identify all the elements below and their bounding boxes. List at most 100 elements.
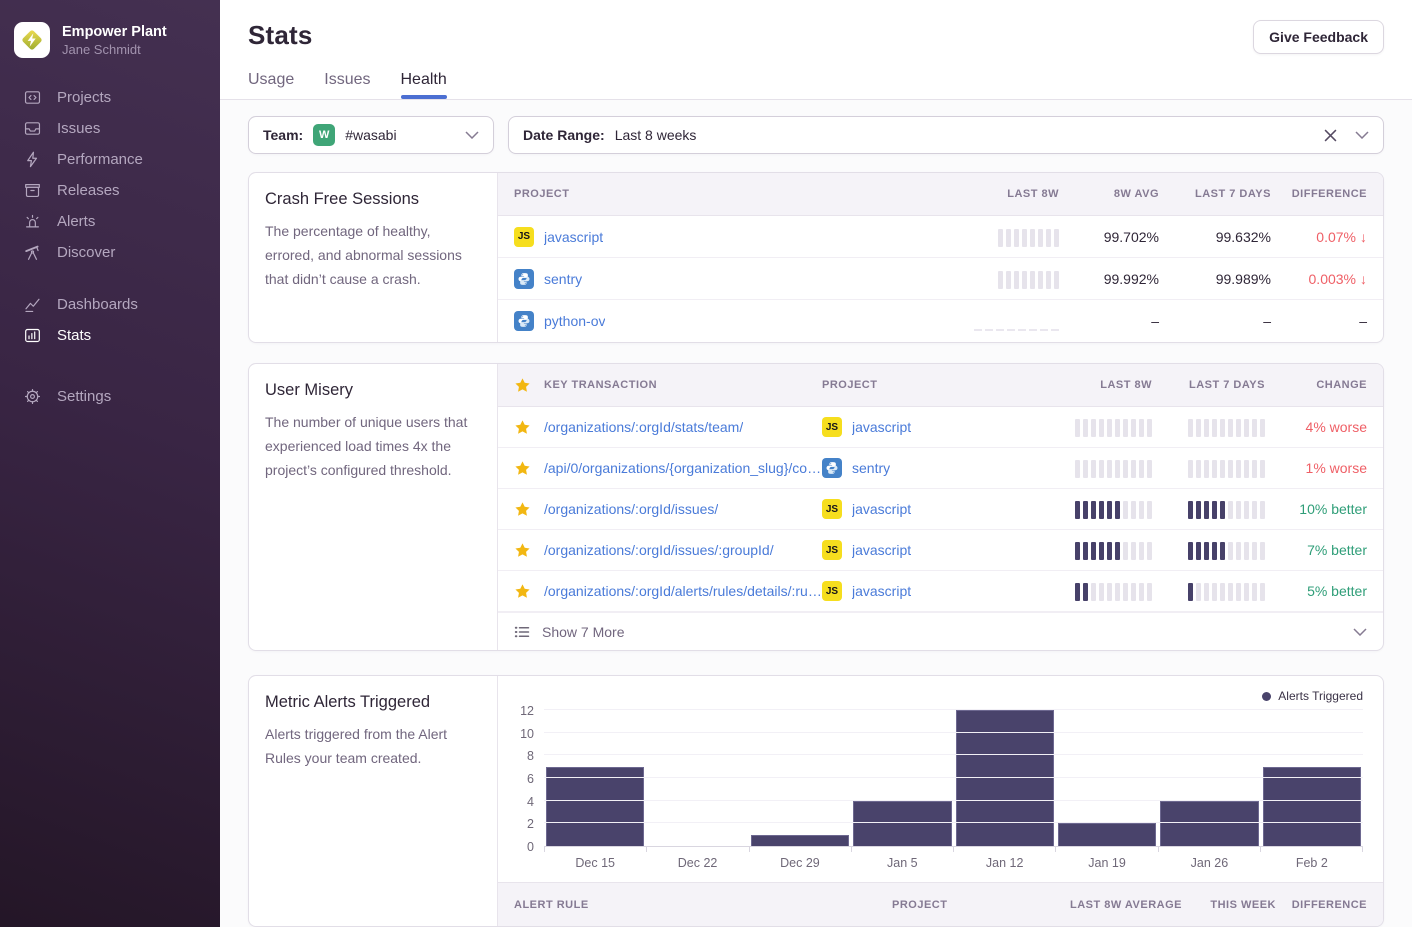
chevron-down-icon: [465, 131, 479, 139]
transaction-link[interactable]: /organizations/:orgId/issues/: [544, 501, 718, 517]
project-link[interactable]: javascript: [852, 542, 911, 558]
transaction-link[interactable]: /organizations/:orgId/stats/team/: [544, 419, 743, 435]
column-difference: DIFFERENCE: [1271, 188, 1383, 200]
tab-usage[interactable]: Usage: [248, 71, 294, 99]
column-change: CHANGE: [1265, 379, 1383, 391]
legend-label: Alerts Triggered: [1278, 689, 1363, 703]
tab-health[interactable]: Health: [401, 71, 447, 99]
last-7d-value: –: [1159, 313, 1271, 329]
settings-gear-icon: [23, 387, 42, 406]
projects-icon: [23, 88, 42, 107]
sidebar-item-alerts[interactable]: Alerts: [0, 206, 220, 237]
date-range-label: Date Range:: [523, 127, 605, 143]
difference-value: –: [1271, 313, 1383, 329]
sidebar-item-label: Releases: [57, 181, 120, 200]
main-area: Stats Give Feedback Usage Issues Health …: [220, 0, 1412, 927]
tab-bar: Usage Issues Health: [248, 71, 1384, 99]
sidebar-item-releases[interactable]: Releases: [0, 175, 220, 206]
clear-date-range-icon[interactable]: [1324, 129, 1337, 142]
transaction-link[interactable]: /api/0/organizations/{organization_slug}…: [544, 460, 822, 476]
empower-plant-logo-icon: [19, 27, 45, 53]
sidebar-item-settings[interactable]: Settings: [0, 381, 220, 412]
sidebar: Empower Plant Jane Schmidt Projects Issu…: [0, 0, 220, 927]
date-range-select[interactable]: Date Range: Last 8 weeks: [508, 116, 1384, 154]
key-transaction-star-icon[interactable]: [514, 460, 531, 477]
column-last-8w: LAST 8W: [929, 188, 1059, 200]
change-value: 4% worse: [1265, 419, 1383, 435]
column-this-week: THIS WEEK: [1182, 899, 1276, 911]
key-transaction-star-icon[interactable]: [514, 501, 531, 518]
sidebar-item-label: Stats: [57, 326, 91, 345]
chart-legend[interactable]: Alerts Triggered: [510, 688, 1363, 704]
change-value: 5% better: [1265, 583, 1383, 599]
change-value: 7% better: [1265, 542, 1383, 558]
panel-title: Metric Alerts Triggered: [265, 693, 481, 712]
trend-down-arrow-icon: ↓: [1360, 229, 1367, 245]
table-row: /api/0/organizations/{organization_slug}…: [498, 448, 1383, 489]
sidebar-item-label: Settings: [57, 387, 111, 406]
project-link[interactable]: sentry: [852, 460, 890, 476]
project-link[interactable]: python-ov: [544, 313, 605, 329]
sidebar-item-label: Projects: [57, 88, 111, 107]
transaction-link[interactable]: /organizations/:orgId/alerts/rules/detai…: [544, 583, 822, 599]
key-transaction-star-icon[interactable]: [514, 583, 531, 600]
page-content: Team: W #wasabi Date Range: Last 8 weeks: [220, 100, 1412, 927]
platform-javascript-icon: JS: [822, 417, 842, 437]
sidebar-divider: [0, 351, 220, 381]
crash-free-sparkline: [998, 269, 1059, 289]
misery-score-8w: [1075, 458, 1152, 478]
team-select[interactable]: Team: W #wasabi: [248, 116, 494, 154]
project-link[interactable]: javascript: [852, 419, 911, 435]
chevron-down-icon[interactable]: [1353, 628, 1367, 636]
table-row: /organizations/:orgId/alerts/rules/detai…: [498, 571, 1383, 612]
give-feedback-button[interactable]: Give Feedback: [1253, 20, 1384, 54]
chevron-down-icon[interactable]: [1355, 131, 1369, 139]
alerts-icon: [23, 212, 42, 231]
table-row: JS javascript 99.702% 99.632% 0.07%↓: [498, 216, 1383, 258]
show-more-label: Show 7 More: [542, 624, 624, 640]
column-last-7-days: LAST 7 DAYS: [1152, 379, 1265, 391]
performance-icon: [23, 150, 42, 169]
table-row: /organizations/:orgId/issues/:groupId/ J…: [498, 530, 1383, 571]
crash-free-sparkline: [998, 227, 1059, 247]
platform-python-icon: [514, 311, 534, 331]
table-header: PROJECT LAST 8W 8W AVG LAST 7 DAYS DIFFE…: [498, 173, 1383, 216]
stats-icon: [23, 326, 42, 345]
trend-down-arrow-icon: ↓: [1360, 271, 1367, 287]
tab-issues[interactable]: Issues: [324, 71, 370, 99]
project-link[interactable]: javascript: [852, 583, 911, 599]
panel-title: User Misery: [265, 381, 481, 400]
org-switcher[interactable]: Empower Plant Jane Schmidt: [0, 16, 220, 82]
show-more-row[interactable]: Show 7 More: [498, 612, 1383, 650]
metric-alerts-panel: Metric Alerts Triggered Alerts triggered…: [248, 675, 1384, 927]
star-icon: [514, 377, 531, 394]
sidebar-item-dashboards[interactable]: Dashboards: [0, 289, 220, 320]
platform-python-icon: [822, 458, 842, 478]
key-transaction-star-icon[interactable]: [514, 419, 531, 436]
project-link[interactable]: javascript: [852, 501, 911, 517]
page-title: Stats: [248, 20, 313, 51]
sidebar-item-issues[interactable]: Issues: [0, 113, 220, 144]
crash-free-description: Crash Free Sessions The percentage of he…: [249, 173, 498, 342]
key-transaction-star-icon[interactable]: [514, 542, 531, 559]
sidebar-item-projects[interactable]: Projects: [0, 82, 220, 113]
org-info: Empower Plant Jane Schmidt: [62, 23, 167, 57]
sidebar-item-stats[interactable]: Stats: [0, 320, 220, 351]
platform-javascript-icon: JS: [822, 499, 842, 519]
avg-8w-value: 99.702%: [1059, 229, 1159, 245]
sidebar-item-performance[interactable]: Performance: [0, 144, 220, 175]
sidebar-divider: [0, 268, 220, 289]
last-7d-value: 99.632%: [1159, 229, 1271, 245]
project-link[interactable]: javascript: [544, 229, 603, 245]
sidebar-item-discover[interactable]: Discover: [0, 237, 220, 268]
project-link[interactable]: sentry: [544, 271, 582, 287]
alert-rules-table-header: ALERT RULE PROJECT LAST 8W AVERAGE THIS …: [498, 882, 1383, 926]
column-key-transaction: KEY TRANSACTION: [544, 379, 657, 391]
panel-description: The percentage of healthy, errored, and …: [265, 219, 481, 291]
org-logo: [14, 22, 50, 58]
chart-plot: [544, 711, 1363, 847]
column-last-8w: LAST 8W: [1002, 379, 1152, 391]
column-alert-rule: ALERT RULE: [498, 899, 892, 911]
transaction-link[interactable]: /organizations/:orgId/issues/:groupId/: [544, 542, 774, 558]
filter-bar: Team: W #wasabi Date Range: Last 8 weeks: [248, 116, 1384, 154]
